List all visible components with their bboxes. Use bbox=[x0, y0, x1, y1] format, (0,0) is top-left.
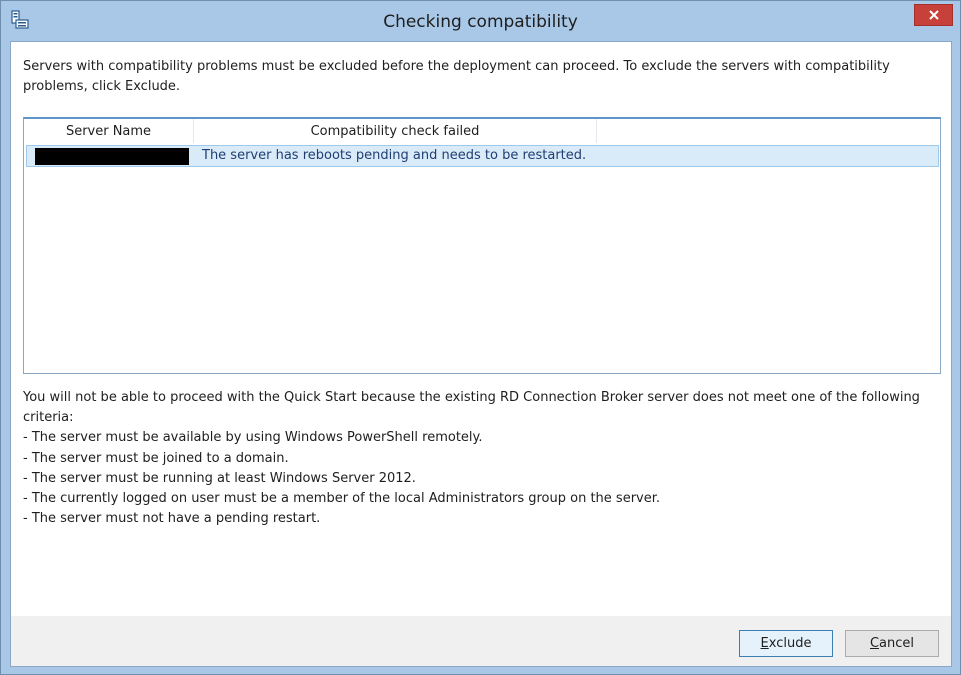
exclude-button[interactable]: Exclude bbox=[739, 630, 833, 657]
exclude-accelerator: E bbox=[760, 636, 769, 651]
criteria-item: - The server must be running at least Wi… bbox=[23, 470, 416, 486]
close-icon bbox=[929, 10, 939, 20]
dialog-body: Servers with compatibility problems must… bbox=[10, 41, 952, 667]
criteria-lead: You will not be able to proceed with the… bbox=[23, 390, 920, 426]
list-header: Server Name Compatibility check failed bbox=[24, 119, 940, 143]
server-list[interactable]: Server Name Compatibility check failed T… bbox=[23, 117, 941, 374]
button-bar: Exclude Cancel bbox=[11, 616, 951, 666]
intro-text: Servers with compatibility problems must… bbox=[23, 59, 890, 94]
column-header-compatibility[interactable]: Compatibility check failed bbox=[194, 119, 597, 143]
criteria-item: - The server must be joined to a domain. bbox=[23, 450, 289, 466]
criteria-item: - The server must not have a pending res… bbox=[23, 511, 321, 527]
close-button[interactable] bbox=[914, 4, 953, 26]
cancel-label: ancel bbox=[879, 636, 915, 651]
dialog-window: Checking compatibility Servers with comp… bbox=[0, 0, 961, 675]
title-bar[interactable]: Checking compatibility bbox=[1, 1, 960, 41]
criteria-text: You will not be able to proceed with the… bbox=[23, 388, 941, 529]
row-failure-text: The server has reboots pending and needs… bbox=[202, 148, 587, 163]
exclude-label: xclude bbox=[768, 636, 812, 651]
cancel-accelerator: C bbox=[869, 636, 880, 651]
table-row[interactable]: The server has reboots pending and needs… bbox=[26, 145, 939, 167]
criteria-item: - The currently logged on user must be a… bbox=[23, 491, 661, 507]
cancel-button[interactable]: Cancel bbox=[845, 630, 939, 657]
column-header-server-name[interactable]: Server Name bbox=[24, 119, 194, 143]
dialog-title: Checking compatibility bbox=[383, 12, 578, 32]
criteria-item: - The server must be available by using … bbox=[23, 430, 483, 446]
redacted-server-name bbox=[35, 148, 189, 165]
